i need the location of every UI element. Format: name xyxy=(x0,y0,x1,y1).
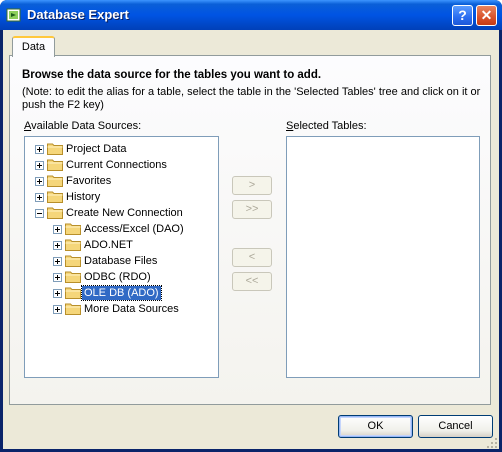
selected-tables-label-rest: elected Tables: xyxy=(293,120,367,132)
tree-item-label: Current Connections xyxy=(66,159,167,171)
folder-icon xyxy=(65,254,81,267)
tree-item-label: ODBC (RDO) xyxy=(84,271,151,283)
folder-icon xyxy=(65,286,81,299)
expand-icon[interactable] xyxy=(53,289,62,298)
remove-all-button[interactable]: << xyxy=(232,272,272,291)
expand-icon[interactable] xyxy=(53,273,62,282)
tree-item-label: Favorites xyxy=(66,175,112,187)
expand-icon[interactable] xyxy=(53,225,62,234)
ok-button[interactable]: OK xyxy=(338,415,413,438)
tree-item[interactable]: Access/Excel (DAO) xyxy=(25,221,215,237)
tab-data[interactable]: Data xyxy=(12,36,55,57)
folder-icon xyxy=(47,142,63,155)
help-button[interactable]: ? xyxy=(452,5,473,26)
add-button[interactable]: > xyxy=(232,176,272,195)
tree-item[interactable]: Create New Connection xyxy=(25,205,215,221)
folder-icon xyxy=(65,302,81,315)
crystal-reports-icon xyxy=(6,8,21,22)
expand-icon[interactable] xyxy=(53,305,62,314)
remove-button[interactable]: < xyxy=(232,248,272,267)
folder-icon xyxy=(47,174,63,187)
tree-item[interactable]: Favorites xyxy=(25,173,215,189)
folder-icon xyxy=(47,158,63,171)
instruction-heading: Browse the data source for the tables yo… xyxy=(22,69,322,81)
folder-icon xyxy=(65,238,81,251)
tree-item[interactable]: Current Connections xyxy=(25,157,215,173)
tree-item-label: Database Files xyxy=(84,255,158,267)
add-all-button[interactable]: >> xyxy=(232,200,272,219)
tree-item[interactable]: ADO.NET xyxy=(25,237,215,253)
tree-item-label: OLE DB (ADO) xyxy=(81,285,162,301)
expand-icon[interactable] xyxy=(35,161,44,170)
expand-icon[interactable] xyxy=(53,241,62,250)
tree-item[interactable]: Project Data xyxy=(25,141,215,157)
tree-item[interactable]: History xyxy=(25,189,215,205)
tree-item-label: Project Data xyxy=(66,143,127,155)
close-button[interactable]: ✕ xyxy=(476,5,497,26)
available-sources-label: Available Data Sources: xyxy=(24,120,142,132)
tree-item[interactable]: ODBC (RDO) xyxy=(25,269,215,285)
tree-item[interactable]: OLE DB (ADO) xyxy=(25,285,215,301)
window-title: Database Expert xyxy=(27,7,129,22)
folder-icon xyxy=(47,190,63,203)
selected-tables-label: Selected Tables: xyxy=(286,120,367,132)
available-sources-label-rest: vailable Data Sources: xyxy=(31,120,142,132)
selected-tables-list[interactable] xyxy=(286,136,480,378)
title-bar[interactable]: Database Expert ? ✕ xyxy=(0,0,502,30)
available-sources-tree[interactable]: Project Data Current Connections Favorites… xyxy=(24,136,219,378)
tree-item-label: Access/Excel (DAO) xyxy=(84,223,184,235)
expand-icon[interactable] xyxy=(35,193,44,202)
tree-item-label: Create New Connection xyxy=(66,207,183,219)
expand-icon[interactable] xyxy=(35,177,44,186)
folder-icon xyxy=(65,270,81,283)
expand-icon[interactable] xyxy=(53,257,62,266)
folder-icon xyxy=(65,222,81,235)
tree-item[interactable]: More Data Sources xyxy=(25,301,215,317)
folder-icon xyxy=(47,206,63,219)
instruction-note: (Note: to edit the alias for a table, se… xyxy=(22,86,481,111)
tree-item[interactable]: Database Files xyxy=(25,253,215,269)
resize-grip-icon[interactable] xyxy=(486,437,498,449)
collapse-icon[interactable] xyxy=(35,209,44,218)
tree-item-label: More Data Sources xyxy=(84,303,179,315)
tree-item-label: ADO.NET xyxy=(84,239,133,251)
expand-icon[interactable] xyxy=(35,145,44,154)
cancel-button[interactable]: Cancel xyxy=(418,415,493,438)
tree-item-label: History xyxy=(66,191,101,203)
database-expert-window: Database Expert ? ✕ Data Browse the data… xyxy=(0,0,502,452)
